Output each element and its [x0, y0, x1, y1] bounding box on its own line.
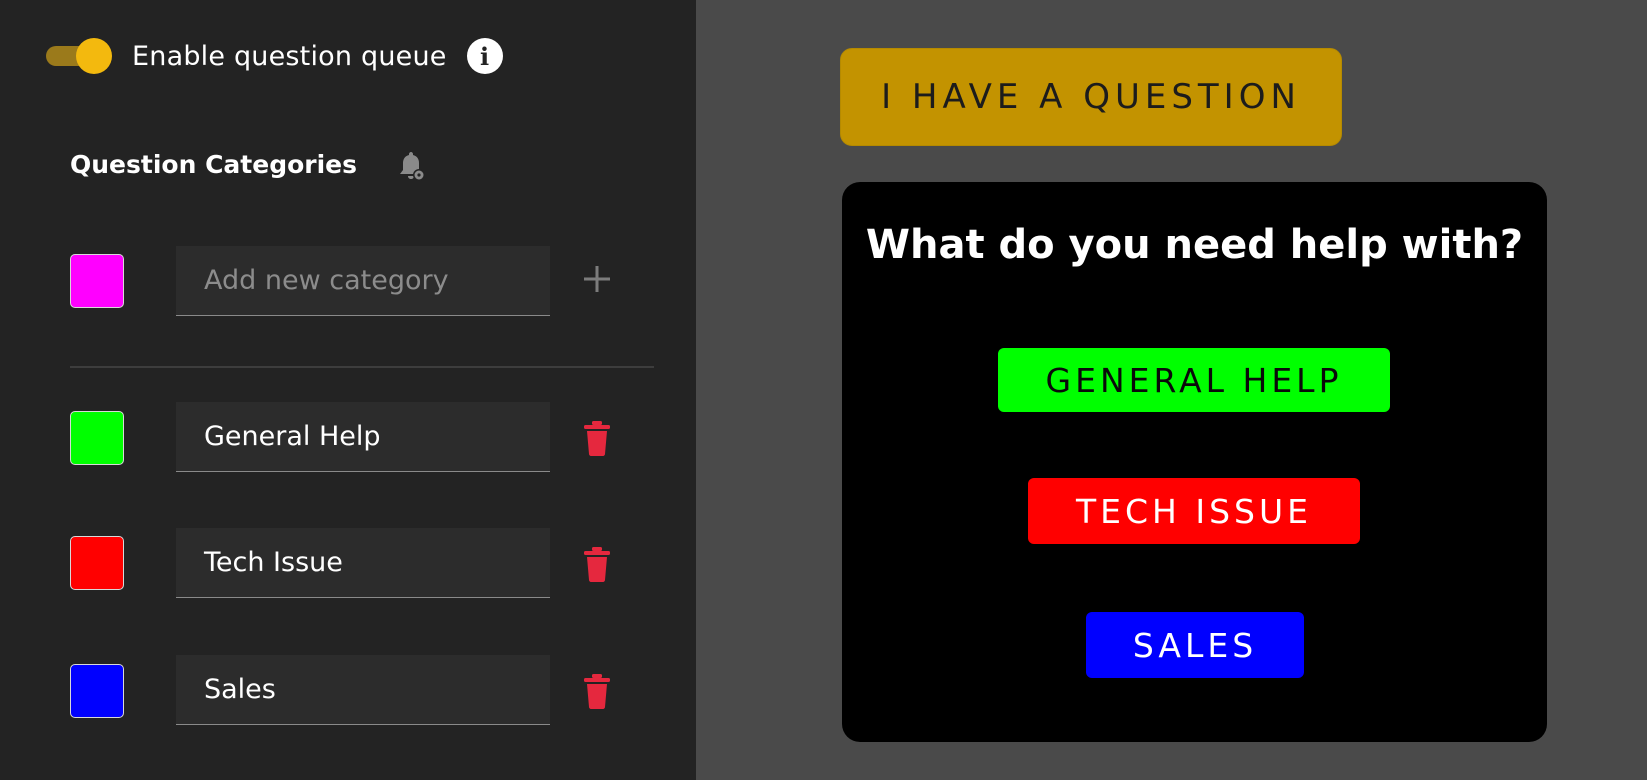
trash-icon[interactable] — [582, 420, 612, 456]
divider — [70, 366, 654, 368]
settings-panel: Enable question queue i Question Categor… — [0, 0, 696, 780]
bell-settings-icon[interactable] — [394, 150, 428, 184]
section-title: Question Categories — [70, 150, 358, 179]
new-category-input[interactable] — [176, 246, 550, 316]
category-row: Tech Issue — [70, 528, 630, 600]
tech-issue-button[interactable]: TECH ISSUE — [1028, 478, 1360, 544]
category-color-swatch[interactable] — [70, 664, 124, 718]
category-row: Sales — [70, 655, 630, 727]
enable-queue-toggle[interactable] — [46, 36, 114, 76]
trash-icon[interactable] — [582, 673, 612, 709]
plus-icon[interactable] — [582, 264, 612, 294]
category-color-swatch[interactable] — [70, 536, 124, 590]
category-color-swatch[interactable] — [70, 411, 124, 465]
enable-queue-label: Enable question queue — [132, 40, 447, 72]
queue-toggle-row: Enable question queue i — [46, 36, 503, 76]
category-row: General Help — [70, 402, 630, 474]
general-help-button[interactable]: GENERAL HELP — [998, 348, 1390, 412]
help-category-card: What do you need help with? GENERAL HELP… — [842, 182, 1547, 742]
ask-question-button[interactable]: I HAVE A QUESTION — [840, 48, 1342, 146]
category-name-field[interactable]: Tech Issue — [176, 528, 550, 598]
sales-button[interactable]: SALES — [1086, 612, 1304, 678]
new-category-color-swatch[interactable] — [70, 254, 124, 308]
category-name-field[interactable]: Sales — [176, 655, 550, 725]
trash-icon[interactable] — [582, 546, 612, 582]
toggle-knob — [76, 38, 112, 74]
new-category-row — [70, 246, 630, 318]
category-name-field[interactable]: General Help — [176, 402, 550, 472]
help-prompt-title: What do you need help with? — [865, 222, 1524, 268]
info-icon[interactable]: i — [466, 38, 503, 74]
